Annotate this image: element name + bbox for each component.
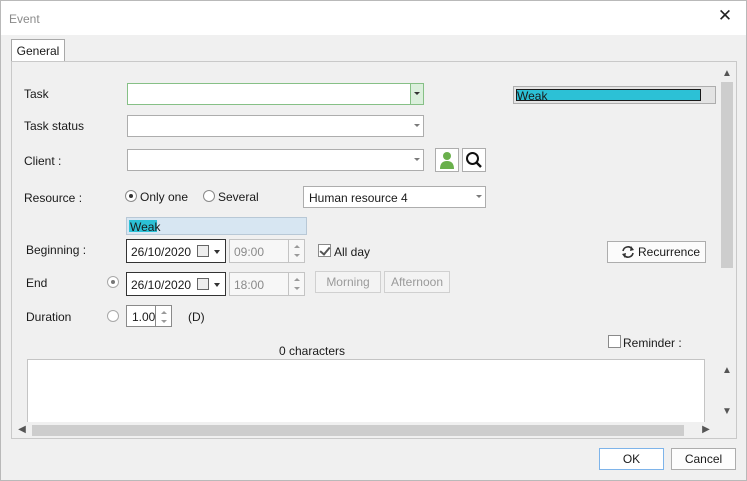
ok-button[interactable]: OK bbox=[599, 448, 664, 470]
resource-only-one-label: Only one bbox=[140, 190, 189, 204]
end-date-value: 26/10/2020 bbox=[131, 278, 192, 292]
end-time-value: 18:00 bbox=[234, 278, 265, 292]
close-icon[interactable]: ✕ bbox=[715, 7, 735, 27]
resource-label: Resource : bbox=[24, 191, 83, 205]
end-time-field[interactable]: 18:00 bbox=[229, 272, 305, 296]
client-search-button[interactable] bbox=[462, 148, 486, 172]
task-status-combo[interactable] bbox=[127, 115, 424, 137]
panel-horizontal-scrollbar[interactable]: ◀ ▶ bbox=[12, 422, 718, 438]
scroll-right-icon[interactable]: ▶ bbox=[700, 424, 712, 436]
description-textarea[interactable] bbox=[27, 359, 705, 429]
scroll-left-icon[interactable]: ◀ bbox=[16, 424, 28, 436]
search-icon bbox=[466, 152, 482, 168]
end-date-field[interactable]: 26/10/2020 bbox=[126, 272, 226, 296]
panel-vertical-scrollbar[interactable]: ▲ ▲ ▼ bbox=[718, 62, 736, 424]
priority-text-resource: Weak bbox=[130, 220, 161, 234]
morning-button[interactable]: Morning bbox=[315, 271, 381, 293]
end-label: End bbox=[26, 276, 48, 290]
priority-bar-right[interactable]: Weak bbox=[513, 86, 716, 104]
resource-several-label: Several bbox=[218, 190, 259, 204]
end-radio[interactable] bbox=[107, 276, 119, 288]
beginning-date-value: 26/10/2020 bbox=[131, 245, 192, 259]
beginning-time-field[interactable]: 09:00 bbox=[229, 239, 305, 263]
duration-label: Duration bbox=[26, 310, 72, 324]
duration-field[interactable]: 1.00 bbox=[126, 305, 172, 327]
title-bar: Event ✕ bbox=[1, 1, 746, 35]
horizontal-scroll-thumb[interactable] bbox=[32, 425, 684, 436]
duration-value: 1.00 bbox=[132, 310, 156, 324]
task-label: Task bbox=[24, 87, 49, 101]
textarea-scroll-down-icon[interactable]: ▼ bbox=[721, 406, 733, 418]
task-status-label: Task status bbox=[24, 119, 85, 133]
textarea-scroll-up-icon[interactable]: ▲ bbox=[721, 365, 733, 377]
chevron-down-icon bbox=[214, 250, 220, 254]
duration-radio[interactable] bbox=[107, 310, 119, 322]
recurrence-button[interactable]: Recurrence bbox=[607, 241, 706, 263]
scroll-up-icon[interactable]: ▲ bbox=[721, 68, 733, 80]
form-content: Task Weak Task status Client : Resource … bbox=[12, 62, 716, 429]
chevron-down-icon bbox=[294, 287, 300, 290]
all-day-label: All day bbox=[334, 245, 371, 259]
reminder-label: Reminder : bbox=[623, 336, 682, 350]
refresh-icon bbox=[622, 246, 634, 258]
resource-only-one-radio[interactable] bbox=[125, 190, 137, 202]
client-combo[interactable] bbox=[127, 149, 424, 171]
tab-general[interactable]: General bbox=[11, 39, 65, 62]
afternoon-button[interactable]: Afternoon bbox=[384, 271, 450, 293]
chevron-up-icon bbox=[161, 311, 167, 314]
duration-unit: (D) bbox=[188, 310, 205, 324]
calendar-icon[interactable] bbox=[197, 278, 209, 290]
resource-value: Human resource 4 bbox=[309, 191, 408, 205]
chevron-down-icon bbox=[414, 124, 420, 127]
reminder-checkbox[interactable] bbox=[608, 335, 621, 348]
chevron-down-icon bbox=[476, 195, 482, 198]
beginning-time-stepper[interactable] bbox=[288, 240, 304, 262]
general-panel: Task Weak Task status Client : Resource … bbox=[11, 61, 737, 439]
client-label: Client : bbox=[24, 154, 62, 168]
chevron-down-icon bbox=[414, 158, 420, 161]
event-dialog: Event ✕ General Task Weak Task status Cl… bbox=[0, 0, 747, 481]
person-icon bbox=[440, 152, 454, 169]
beginning-date-field[interactable]: 26/10/2020 bbox=[126, 239, 226, 263]
chevron-down-icon bbox=[414, 92, 420, 95]
beginning-time-value: 09:00 bbox=[234, 245, 265, 259]
resource-several-radio[interactable] bbox=[203, 190, 215, 202]
chevron-down-icon bbox=[161, 320, 167, 323]
calendar-icon[interactable] bbox=[197, 245, 209, 257]
priority-text-right: Weak bbox=[517, 89, 548, 103]
task-combo[interactable] bbox=[127, 83, 424, 105]
cancel-button[interactable]: Cancel bbox=[671, 448, 736, 470]
client-person-button[interactable] bbox=[435, 148, 459, 172]
beginning-label: Beginning : bbox=[26, 243, 87, 257]
end-time-stepper[interactable] bbox=[288, 273, 304, 295]
task-dropdown-button[interactable] bbox=[410, 84, 423, 104]
vertical-scroll-thumb[interactable] bbox=[721, 82, 733, 268]
priority-bar-resource[interactable]: Weak bbox=[126, 217, 307, 235]
char-count: 0 characters bbox=[279, 344, 346, 358]
chevron-down-icon bbox=[294, 254, 300, 257]
duration-stepper[interactable] bbox=[155, 306, 171, 326]
chevron-down-icon bbox=[214, 283, 220, 287]
chevron-up-icon bbox=[294, 278, 300, 281]
resource-combo[interactable]: Human resource 4 bbox=[303, 186, 486, 208]
window-title: Event bbox=[9, 12, 40, 26]
recurrence-label: Recurrence bbox=[638, 245, 701, 259]
chevron-up-icon bbox=[294, 245, 300, 248]
all-day-checkbox[interactable] bbox=[318, 244, 331, 257]
